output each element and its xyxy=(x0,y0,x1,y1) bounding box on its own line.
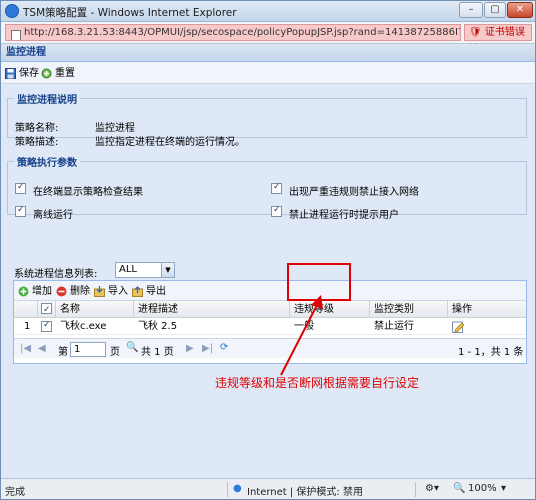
params-legend: 策略执行参数 xyxy=(17,158,77,169)
zoom-icon: 🔍 xyxy=(453,483,466,494)
cert-error-button[interactable]: 🛡 证书错误 ✕ xyxy=(464,24,532,53)
maximize-button[interactable]: ▢ xyxy=(484,2,506,18)
process-desc: 飞秋 2.5 xyxy=(138,321,178,332)
grid-toolbar: 增加 删除 导入 导出 xyxy=(14,281,526,301)
notify-user-checkbox[interactable] xyxy=(271,205,282,217)
page-number-input[interactable]: 1 xyxy=(70,342,106,357)
ie-logo-icon xyxy=(5,4,19,18)
row-checkbox[interactable] xyxy=(41,320,52,332)
form-body: 监控进程说明 策略名称: 监控进程 策略描述: 监控指定进程在终端的运行情况。 … xyxy=(1,84,535,478)
delete-icon xyxy=(56,286,67,297)
table-row[interactable]: 1 飞秋c.exe 飞秋 2.5 一般 禁止运行 xyxy=(14,318,526,335)
desc-legend: 监控进程说明 xyxy=(17,95,77,106)
minimize-button[interactable]: – xyxy=(459,2,483,18)
col-category[interactable]: 监控类别 xyxy=(370,301,448,318)
zoom-dropdown-icon[interactable]: ▾ xyxy=(501,483,506,494)
total-pages: 共 1 页 xyxy=(141,347,174,358)
policy-desc-value: 监控指定进程在终端的运行情况。 xyxy=(95,137,245,148)
select-all-checkbox[interactable] xyxy=(41,302,52,319)
export-icon xyxy=(132,286,143,297)
params-fieldset: 策略执行参数 在终端显示策略检查结果 离线运行 出现严重违规则禁止接入网络 禁止… xyxy=(7,154,527,221)
toolbar: 保存 重置 xyxy=(1,62,535,84)
select-all-header xyxy=(38,301,56,319)
zoom-options-icon[interactable]: ⚙▾ xyxy=(425,483,439,494)
save-button[interactable]: 保存 xyxy=(5,66,39,81)
row-number-header xyxy=(14,301,38,318)
policy-desc-label: 策略描述: xyxy=(15,137,59,148)
block-network-checkbox[interactable] xyxy=(271,182,282,194)
pagination-bar: |◀ ◀ 第 1 页 🔍 共 1 页 ▶ ▶| ⟳ 1 - 1，共 1 条 xyxy=(14,338,526,358)
edit-icon[interactable] xyxy=(452,321,465,333)
col-action[interactable]: 操作 xyxy=(448,301,526,318)
first-page-icon[interactable]: |◀ xyxy=(20,343,31,354)
page-content: 监控进程 保存 重置 监控进程说明 策略名称: 监控进程 策略描述: 监控指定进… xyxy=(1,44,535,478)
globe-icon: ● xyxy=(233,483,242,494)
import-icon xyxy=(94,286,105,297)
policy-name-value: 监控进程 xyxy=(95,123,135,134)
export-button[interactable]: 导出 xyxy=(132,284,166,299)
show-result-label: 在终端显示策略检查结果 xyxy=(33,187,143,198)
last-page-icon[interactable]: ▶| xyxy=(202,343,213,354)
panel-title: 监控进程 xyxy=(1,44,535,62)
page-prefix: 第 xyxy=(58,347,68,358)
col-name[interactable]: 名称 xyxy=(56,301,134,318)
chevron-down-icon: ▼ xyxy=(161,263,174,277)
floppy-icon xyxy=(5,68,16,79)
title-bar: TSM策略配置 - Windows Internet Explorer – ▢ … xyxy=(1,1,535,22)
refresh-icon[interactable]: ⟳ xyxy=(220,342,228,353)
status-bar: 完成 ● Internet | 保护模式: 禁用 ⚙▾ 🔍 100% ▾ xyxy=(1,478,535,499)
status-divider xyxy=(227,482,228,497)
annotation-text: 违规等级和是否断网根据需要自行设定 xyxy=(215,376,420,390)
notify-user-label: 禁止进程运行时提示用户 xyxy=(289,210,399,221)
reset-button[interactable]: 重置 xyxy=(41,66,75,81)
address-bar: http://168.3.21.53:8443/OPMUI/jsp/secosp… xyxy=(1,22,535,53)
policy-name-label: 策略名称: xyxy=(15,123,59,134)
show-result-checkbox[interactable] xyxy=(15,182,26,194)
grid-header: 名称 进程描述 违规等级 监控类别 操作 xyxy=(14,301,526,319)
page-icon xyxy=(11,30,21,40)
col-desc[interactable]: 进程描述 xyxy=(134,301,290,318)
offline-run-checkbox[interactable] xyxy=(15,205,26,217)
process-name: 飞秋c.exe xyxy=(60,321,107,332)
process-list-select[interactable]: ALL ▼ xyxy=(115,262,175,278)
import-button[interactable]: 导入 xyxy=(94,284,128,299)
monitor-category: 禁止运行 xyxy=(374,321,414,332)
shield-icon: 🛡 xyxy=(469,27,482,38)
offline-run-label: 离线运行 xyxy=(33,210,73,221)
add-button[interactable]: 增加 xyxy=(18,284,52,299)
next-page-icon[interactable]: ▶ xyxy=(186,343,194,354)
reset-icon xyxy=(41,68,52,79)
add-icon xyxy=(18,286,29,297)
record-range: 1 - 1，共 1 条 xyxy=(458,347,524,358)
prev-page-icon[interactable]: ◀ xyxy=(38,343,46,354)
search-icon[interactable]: 🔍 xyxy=(126,342,138,353)
block-network-label: 出现严重违规则禁止接入网络 xyxy=(289,187,419,198)
desc-fieldset: 监控进程说明 策略名称: 监控进程 策略描述: 监控指定进程在终端的运行情况。 xyxy=(7,91,527,148)
window-title: TSM策略配置 - Windows Internet Explorer xyxy=(23,7,237,19)
row-number: 1 xyxy=(24,321,31,332)
page-suffix: 页 xyxy=(110,347,120,358)
ie-window: TSM策略配置 - Windows Internet Explorer – ▢ … xyxy=(0,0,536,500)
status-zone[interactable]: Internet | 保护模式: 禁用 xyxy=(247,483,363,498)
process-grid: 增加 删除 导入 导出 名称 进程描述 违规等级 监控类别 操作 1 飞秋c.e… xyxy=(13,280,527,364)
delete-button[interactable]: 删除 xyxy=(56,284,90,299)
process-list-label: 系统进程信息列表: xyxy=(14,269,98,280)
url-input[interactable]: http://168.3.21.53:8443/OPMUI/jsp/secosp… xyxy=(5,24,461,41)
annotation-arrow xyxy=(280,295,323,376)
close-button[interactable]: ✕ xyxy=(507,2,533,18)
status-divider-2 xyxy=(415,482,416,497)
status-done: 完成 xyxy=(5,487,25,498)
zoom-level[interactable]: 100% xyxy=(468,483,497,494)
